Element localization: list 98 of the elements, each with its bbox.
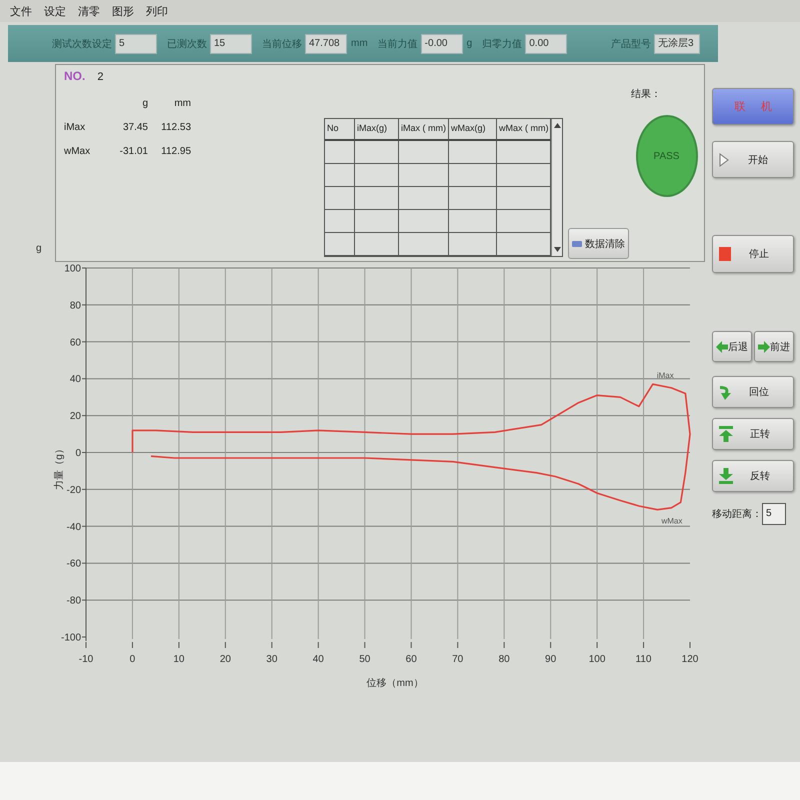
tick-label: 120 (682, 654, 698, 665)
tick-label: -10 (78, 654, 94, 665)
tick-label: 70 (452, 654, 464, 665)
result-label: 结果： (631, 88, 661, 101)
tick-label: 20 (220, 654, 231, 665)
field-label: 当前位移 (262, 38, 302, 50)
bar-icon (572, 240, 582, 246)
table-cell (355, 141, 399, 164)
clear-data-button[interactable]: 数据清除 (568, 228, 629, 259)
field-label: 产品型号 (611, 38, 651, 50)
tick-label: 80 (498, 654, 510, 665)
step-label: 移动距离： (712, 508, 762, 521)
table-cell (497, 141, 551, 164)
input-field[interactable]: 0.00 (525, 34, 568, 54)
table-cell (497, 210, 551, 233)
tick-label: 60 (70, 337, 81, 348)
tick-label: 0 (75, 448, 81, 459)
back-button[interactable]: 后退 (712, 331, 752, 362)
table-cell (399, 187, 449, 210)
number-label: NO. (64, 69, 86, 83)
table-cell (399, 164, 449, 187)
scroll-up-icon (554, 123, 560, 128)
input-field[interactable]: 47.708 (305, 34, 347, 54)
table-cell (497, 164, 551, 187)
forward-button[interactable]: 前进 (754, 331, 794, 362)
tick-label: 40 (312, 654, 324, 665)
tick-label: -40 (66, 522, 81, 533)
tick-label: -80 (66, 596, 81, 607)
annotation-label: wMax (661, 516, 682, 526)
peak-value: 112.53 (160, 121, 191, 135)
table-cell (449, 141, 497, 164)
tick-label: 100 (64, 264, 81, 274)
stop-icon (719, 247, 731, 261)
axis-title: 位移（mm） (366, 678, 424, 689)
home-button[interactable]: 回位 (712, 376, 794, 408)
table-cell (355, 187, 399, 210)
result-indicator: PASS (636, 115, 698, 197)
stop-button[interactable]: 停止 (712, 235, 794, 273)
tick-label: 60 (406, 654, 417, 665)
tick-label: -60 (66, 558, 81, 570)
input-field[interactable]: 5 (762, 503, 786, 525)
tick-label: 90 (545, 654, 556, 665)
table-cell (399, 210, 449, 233)
play-icon (719, 152, 729, 166)
field-label: 当前力值 (378, 38, 418, 50)
menu-item[interactable]: 设定 (44, 4, 66, 18)
menu-item[interactable]: 清零 (78, 4, 100, 18)
table-cell (497, 187, 551, 210)
tick-label: 80 (70, 300, 81, 312)
tick-label: -100 (60, 632, 81, 644)
tick-label: 30 (266, 654, 278, 665)
unit-label: g (466, 38, 472, 49)
peak-value: -31.01 (118, 145, 148, 159)
input-field[interactable]: 15 (210, 34, 252, 54)
unit-label: mm (351, 38, 368, 49)
table-cell (449, 187, 497, 210)
arrow-right-icon (758, 340, 770, 352)
menu-item[interactable]: 文件 (10, 4, 32, 18)
input-field[interactable]: -0.00 (420, 34, 463, 54)
tick-label: 0 (130, 654, 136, 665)
peak-value: 37.45 (122, 121, 148, 135)
forward-rotate-button[interactable]: 正转 (712, 418, 794, 450)
tick-label: 40 (70, 374, 81, 386)
table-cell (399, 141, 449, 164)
arrow-down-to-line-icon (719, 468, 733, 484)
table-cell (355, 164, 399, 187)
table-scrollbar[interactable] (551, 119, 562, 256)
curved-arrow-icon (719, 384, 731, 400)
input-field[interactable]: 无涂层3 (654, 34, 700, 54)
tick-label: 100 (588, 654, 606, 665)
number-value: 2 (97, 71, 104, 83)
peak-value: 112.95 (160, 145, 191, 159)
unit-label: g (36, 243, 42, 254)
table-cell (449, 164, 497, 187)
tick-label: 20 (70, 411, 81, 422)
table-cell (355, 210, 399, 233)
field-label: 归零力值 (482, 38, 522, 50)
peak-label: wMax (64, 145, 92, 159)
input-field[interactable]: 5 (115, 34, 157, 54)
table-cell (449, 210, 497, 233)
menu-item[interactable]: 图形 (112, 4, 134, 18)
unit-label: g (141, 97, 148, 111)
arrow-left-icon (716, 340, 728, 352)
tick-label: 10 (173, 654, 184, 665)
reverse-rotate-button[interactable]: 反转 (712, 460, 794, 492)
peak-label: iMax (64, 121, 86, 135)
field-label: 测试次数设定 (52, 38, 112, 50)
start-button[interactable]: 开始 (712, 141, 794, 178)
menu-item[interactable]: 列印 (146, 4, 168, 18)
tick-label: 50 (359, 654, 370, 665)
unit-label: mm (173, 97, 191, 111)
annotation-label: iMax (656, 371, 674, 380)
axis-title: 力量（g） (54, 444, 65, 490)
field-label: 已测次数 (167, 38, 207, 50)
scroll-down-icon (554, 247, 560, 252)
tick-label: 110 (636, 654, 652, 665)
arrow-up-to-line-icon (719, 426, 733, 442)
tick-label: -20 (66, 484, 81, 496)
